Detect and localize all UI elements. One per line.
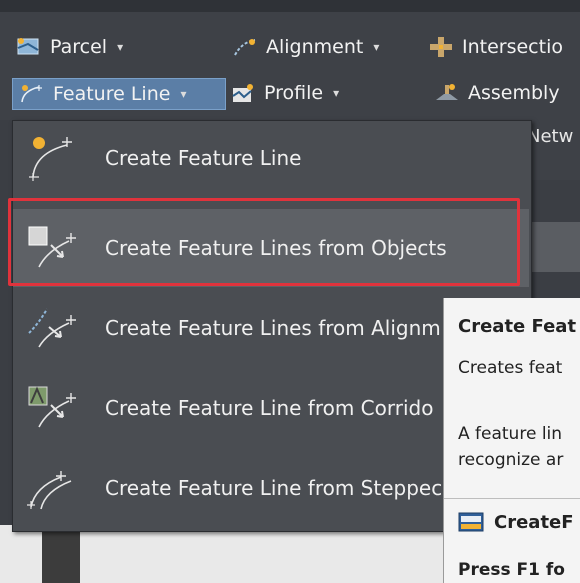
annotation-highlight-box <box>8 198 520 286</box>
menu-item-label: Create Feature Line from Corrido <box>105 396 434 420</box>
ribbon-top-strip <box>0 0 580 12</box>
profile-dropdown-caret: ▾ <box>333 86 340 100</box>
tooltip-detail-line-2: recognize ar <box>458 450 564 470</box>
create-feature-line-icon <box>25 133 85 183</box>
parcel-label: Parcel <box>50 36 108 58</box>
feature-line-from-stepped-offset-icon <box>25 463 85 513</box>
alignment-label: Alignment <box>266 36 364 58</box>
profile-label: Profile <box>264 82 324 104</box>
assembly-icon <box>434 82 460 104</box>
menu-item-create-feature-line[interactable]: Create Feature Line <box>13 123 529 193</box>
intersections-button[interactable]: Intersectio <box>428 32 563 62</box>
profile-icon <box>230 82 256 104</box>
profile-button[interactable]: Profile ▾ <box>230 78 339 108</box>
tooltip-detail-line-1: A feature lin <box>458 424 563 444</box>
alignment-icon <box>232 36 258 58</box>
tooltip-help-hint: Press F1 fo <box>458 560 565 580</box>
parcel-icon <box>16 36 42 58</box>
parcel-dropdown-caret: ▾ <box>117 40 124 54</box>
feature-line-dropdown-caret: ▾ <box>180 87 187 101</box>
feature-line-label: Feature Line <box>53 83 171 105</box>
tooltip-command-name: CreateF <box>494 511 574 533</box>
tooltip-title: Create Feat <box>458 316 577 337</box>
parcel-button[interactable]: Parcel ▾ <box>16 32 123 62</box>
tooltip-command-row: CreateF <box>458 511 574 533</box>
assembly-button[interactable]: Assembly <box>434 78 560 108</box>
feature-line-icon <box>19 83 45 105</box>
menu-item-label: Create Feature Line from Steppec <box>105 476 443 500</box>
assembly-label: Assembly <box>468 82 560 104</box>
alignment-dropdown-caret: ▾ <box>373 40 380 54</box>
feature-line-button[interactable]: Feature Line ▾ <box>12 78 226 110</box>
alignment-button[interactable]: Alignment ▾ <box>232 32 379 62</box>
network-label-partial: Netw <box>527 126 574 147</box>
feature-lines-from-alignment-icon <box>25 303 85 353</box>
menu-item-label: Create Feature Lines from Alignm <box>105 316 441 340</box>
intersections-icon <box>428 36 454 58</box>
ribbon-panel: Parcel ▾ Alignment ▾ Intersectio Feature… <box>0 0 580 120</box>
command-line-icon <box>458 511 484 533</box>
intersections-label: Intersectio <box>462 36 563 58</box>
drawing-area-strip <box>42 525 80 583</box>
menu-item-label: Create Feature Line <box>105 146 302 170</box>
tooltip-divider <box>444 498 580 499</box>
tooltip-description: Creates feat <box>458 358 563 378</box>
command-tooltip: Create Feat Creates feat A feature lin r… <box>443 298 580 583</box>
feature-line-from-corridor-icon <box>25 383 85 433</box>
